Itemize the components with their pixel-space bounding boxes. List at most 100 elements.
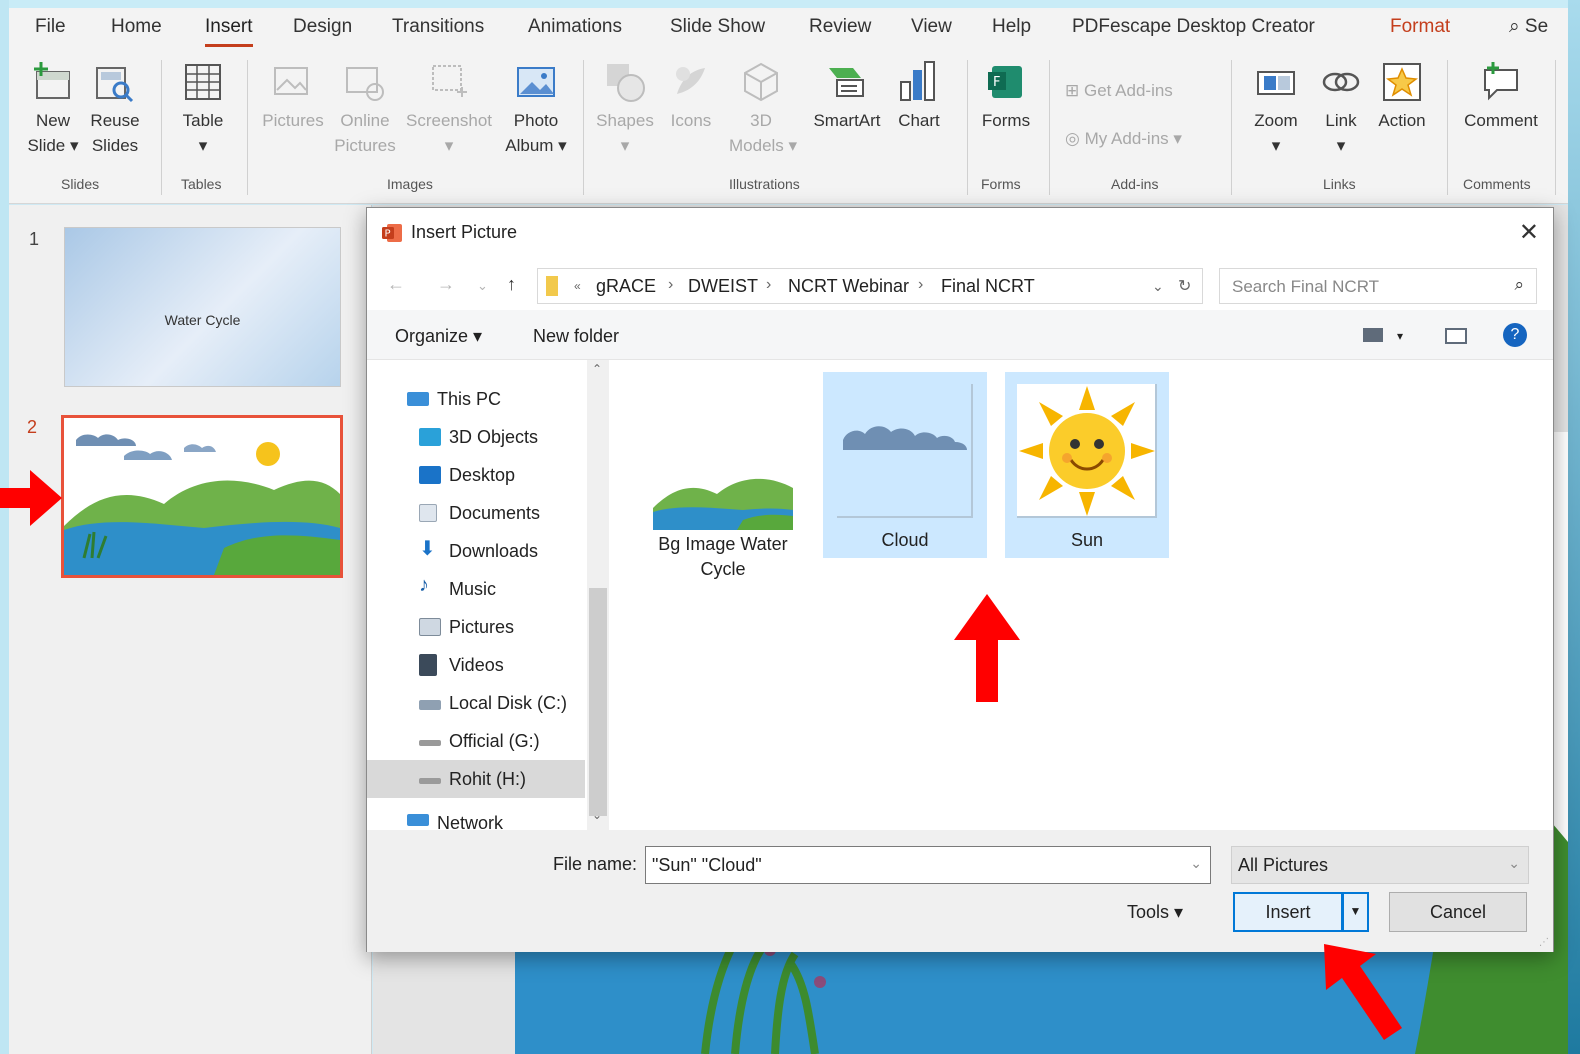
photo-album-button[interactable]: Photo Album ▾: [503, 60, 569, 158]
nav-item-this-pc[interactable]: This PC: [367, 380, 585, 418]
page-frame-top: [0, 0, 1580, 8]
icons-button[interactable]: Icons: [661, 60, 721, 133]
breadcrumb-grace[interactable]: gRACE: [596, 276, 656, 297]
change-view-icon[interactable]: [1363, 328, 1383, 342]
nav-item-desktop[interactable]: Desktop: [367, 456, 585, 494]
scroll-up-icon[interactable]: ⌃: [592, 362, 602, 376]
reuse-slides-icon: [96, 67, 134, 103]
tab-format[interactable]: Format: [1390, 16, 1450, 38]
group-separator: [1231, 60, 1232, 195]
insert-options-chevron-icon[interactable]: ▼: [1343, 892, 1369, 932]
chevron-down-icon[interactable]: ⌄: [1190, 855, 1202, 872]
search-icon: ⌕: [1509, 16, 1520, 37]
nav-item-documents[interactable]: Documents: [367, 494, 585, 532]
breadcrumb-dweist[interactable]: DWEIST: [688, 276, 758, 297]
new-folder-button[interactable]: New folder: [533, 326, 619, 347]
file-list: Bg Image Water Cycle Cloud Sun: [613, 360, 1553, 830]
forms-button[interactable]: F Forms: [975, 60, 1037, 133]
shapes-button[interactable]: Shapes ▾: [593, 60, 657, 158]
tab-slide-show[interactable]: Slide Show: [670, 16, 765, 38]
back-arrow-icon[interactable]: ←: [387, 274, 405, 295]
tab-animations[interactable]: Animations: [528, 16, 622, 38]
nav-item-pictures[interactable]: Pictures: [367, 608, 585, 646]
zoom-button[interactable]: Zoom ▾: [1245, 60, 1307, 158]
dialog-footer: File name: "Sun" "Cloud" ⌄ All Pictures …: [367, 830, 1553, 952]
tools-button[interactable]: Tools ▾: [1127, 902, 1183, 923]
insert-button[interactable]: Insert: [1233, 892, 1343, 932]
file-name-input[interactable]: "Sun" "Cloud" ⌄: [645, 846, 1211, 884]
breadcrumb-separator-icon: ›: [668, 276, 674, 293]
online-pictures-button[interactable]: Online Pictures: [333, 60, 397, 158]
nav-item-videos[interactable]: Videos: [367, 646, 585, 684]
tab-pdfescape[interactable]: PDFescape Desktop Creator: [1072, 16, 1315, 38]
breadcrumb-ncrt-webinar[interactable]: NCRT Webinar: [788, 276, 909, 297]
screenshot-button[interactable]: Screenshot ▾: [401, 60, 497, 158]
tell-me-search[interactable]: ⌕ Se: [1509, 16, 1548, 38]
tab-design[interactable]: Design: [293, 16, 352, 38]
new-slide-icon: [34, 62, 70, 99]
file-bg-image-water-cycle[interactable]: Bg Image Water Cycle: [641, 374, 805, 579]
tab-transitions[interactable]: Transitions: [392, 16, 484, 38]
get-add-ins-button[interactable]: ⊞ Get Add-ins: [1065, 78, 1215, 103]
navigation-scrollbar[interactable]: ⌃ ⌄: [587, 360, 609, 830]
cloud-thumbnail: [837, 384, 973, 518]
pictures-button[interactable]: Pictures: [259, 60, 327, 133]
tab-help[interactable]: Help: [992, 16, 1031, 38]
action-star-icon: [1383, 63, 1421, 101]
address-dropdown-chevron-icon[interactable]: ⌄: [1152, 278, 1164, 295]
close-icon[interactable]: ✕: [1519, 218, 1539, 247]
group-label-forms: Forms: [981, 176, 1021, 192]
documents-icon: [419, 504, 437, 522]
search-input[interactable]: Search Final NCRT ⌕: [1219, 268, 1537, 304]
smartart-button[interactable]: SmartArt: [805, 60, 889, 133]
nav-item-rohit-h[interactable]: Rohit (H:): [367, 760, 585, 798]
3d-models-button[interactable]: 3D Models ▾: [729, 60, 797, 158]
nav-item-downloads[interactable]: ⬇ Downloads: [367, 532, 585, 570]
file-type-select[interactable]: All Pictures ⌄: [1231, 846, 1529, 884]
cancel-button[interactable]: Cancel: [1389, 892, 1527, 932]
scroll-down-icon[interactable]: ⌄: [592, 808, 602, 822]
file-sun[interactable]: Sun: [1005, 372, 1169, 558]
smartart-icon: [829, 68, 864, 97]
view-dropdown-chevron-icon[interactable]: ▾: [1397, 329, 1403, 343]
water-cycle-thumbnail: [653, 468, 793, 530]
tab-review[interactable]: Review: [809, 16, 871, 38]
breadcrumb-final-ncrt[interactable]: Final NCRT: [941, 276, 1035, 297]
organize-button[interactable]: Organize ▾: [395, 326, 482, 347]
breadcrumb-separator-icon: ›: [766, 276, 772, 293]
nav-item-official-g[interactable]: Official (G:): [367, 722, 585, 760]
cloud-icon: [843, 426, 967, 450]
music-note-icon: ♪: [419, 574, 429, 596]
table-button[interactable]: Table ▾: [173, 60, 233, 158]
forward-arrow-icon[interactable]: →: [437, 274, 455, 295]
slide-thumbnail-2[interactable]: [61, 415, 343, 578]
file-cloud[interactable]: Cloud: [823, 372, 987, 558]
tab-home[interactable]: Home: [111, 16, 162, 38]
link-button[interactable]: Link ▾: [1315, 60, 1367, 158]
slide-thumbnail-1[interactable]: Water Cycle: [64, 227, 341, 387]
table-icon: [185, 64, 221, 100]
up-arrow-icon[interactable]: ↑: [507, 274, 516, 295]
help-icon[interactable]: ?: [1503, 323, 1527, 347]
chart-button[interactable]: Chart: [891, 60, 947, 133]
reuse-slides-button[interactable]: Reuse Slides: [85, 60, 145, 158]
nav-item-3d-objects[interactable]: 3D Objects: [367, 418, 585, 456]
new-slide-button[interactable]: New Slide ▾: [23, 60, 83, 158]
my-add-ins-button[interactable]: ◎ My Add-ins ▾: [1065, 126, 1215, 151]
preview-pane-icon[interactable]: [1445, 328, 1467, 344]
nav-item-local-disk-c[interactable]: Local Disk (C:): [367, 684, 585, 722]
address-bar[interactable]: « gRACE › DWEIST › NCRT Webinar › Final …: [537, 268, 1203, 304]
tab-insert[interactable]: Insert: [205, 16, 253, 47]
recent-locations-chevron-icon[interactable]: ⌄: [477, 278, 488, 294]
resize-grip-icon[interactable]: ⋰: [1539, 937, 1549, 948]
scrollbar-thumb[interactable]: [589, 588, 607, 816]
comment-button[interactable]: Comment: [1457, 60, 1545, 133]
action-button[interactable]: Action: [1371, 60, 1433, 133]
drive-icon: [419, 778, 441, 784]
zoom-icon: [1257, 71, 1295, 95]
refresh-icon[interactable]: ↻: [1178, 276, 1191, 296]
nav-item-network[interactable]: Network: [367, 804, 585, 830]
tab-view[interactable]: View: [911, 16, 952, 38]
nav-item-music[interactable]: ♪ Music: [367, 570, 585, 608]
tab-file[interactable]: File: [35, 16, 66, 38]
